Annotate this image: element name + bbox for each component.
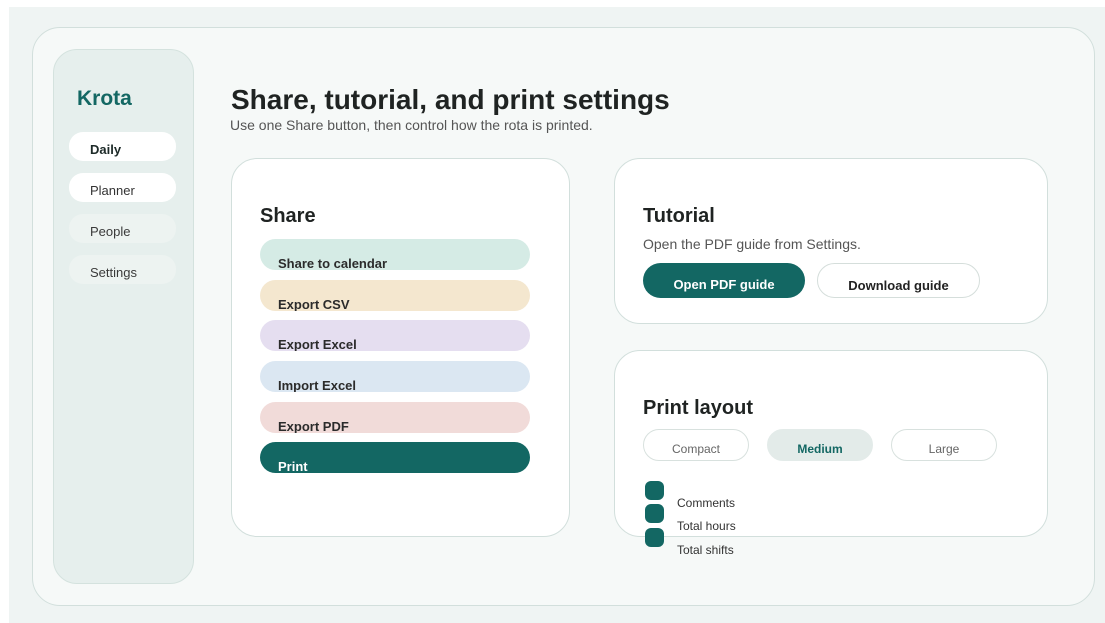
open-pdf-guide-button[interactable]: Open PDF guide <box>643 263 805 298</box>
export-excel-button[interactable]: Export Excel <box>260 320 530 351</box>
print-layout-title: Print layout <box>643 397 754 419</box>
download-guide-button[interactable]: Download guide <box>817 263 980 298</box>
layout-option-medium[interactable]: Medium <box>767 429 873 461</box>
comments-checkbox[interactable] <box>645 481 664 500</box>
sidebar-item-daily[interactable]: Daily <box>69 132 176 161</box>
print-button[interactable]: Print <box>260 442 530 473</box>
comments-label: Comments <box>677 496 736 510</box>
import-excel-button[interactable]: Import Excel <box>260 361 530 392</box>
total-shifts-label: Total shifts <box>677 543 734 557</box>
sidebar-item-settings[interactable]: Settings <box>69 255 176 284</box>
brand-logo: Krota <box>77 87 132 110</box>
share-card-title: Share <box>260 205 316 227</box>
layout-option-large[interactable]: Large <box>891 429 997 461</box>
total-hours-checkbox[interactable] <box>645 504 664 523</box>
export-pdf-button[interactable]: Export PDF <box>260 402 530 433</box>
tutorial-card-title: Tutorial <box>643 205 715 227</box>
page-title: Share, tutorial, and print settings <box>231 84 670 115</box>
sidebar-item-people[interactable]: People <box>69 214 176 243</box>
layout-option-compact[interactable]: Compact <box>643 429 749 461</box>
tutorial-description: Open the PDF guide from Settings. <box>643 236 861 252</box>
page-subtitle: Use one Share button, then control how t… <box>230 117 593 133</box>
export-csv-button[interactable]: Export CSV <box>260 280 530 311</box>
sidebar-item-planner[interactable]: Planner <box>69 173 176 202</box>
share-to-calendar-button[interactable]: Share to calendar <box>260 239 530 270</box>
sidebar <box>53 49 194 584</box>
total-hours-label: Total hours <box>677 519 736 533</box>
total-shifts-checkbox[interactable] <box>645 528 664 547</box>
